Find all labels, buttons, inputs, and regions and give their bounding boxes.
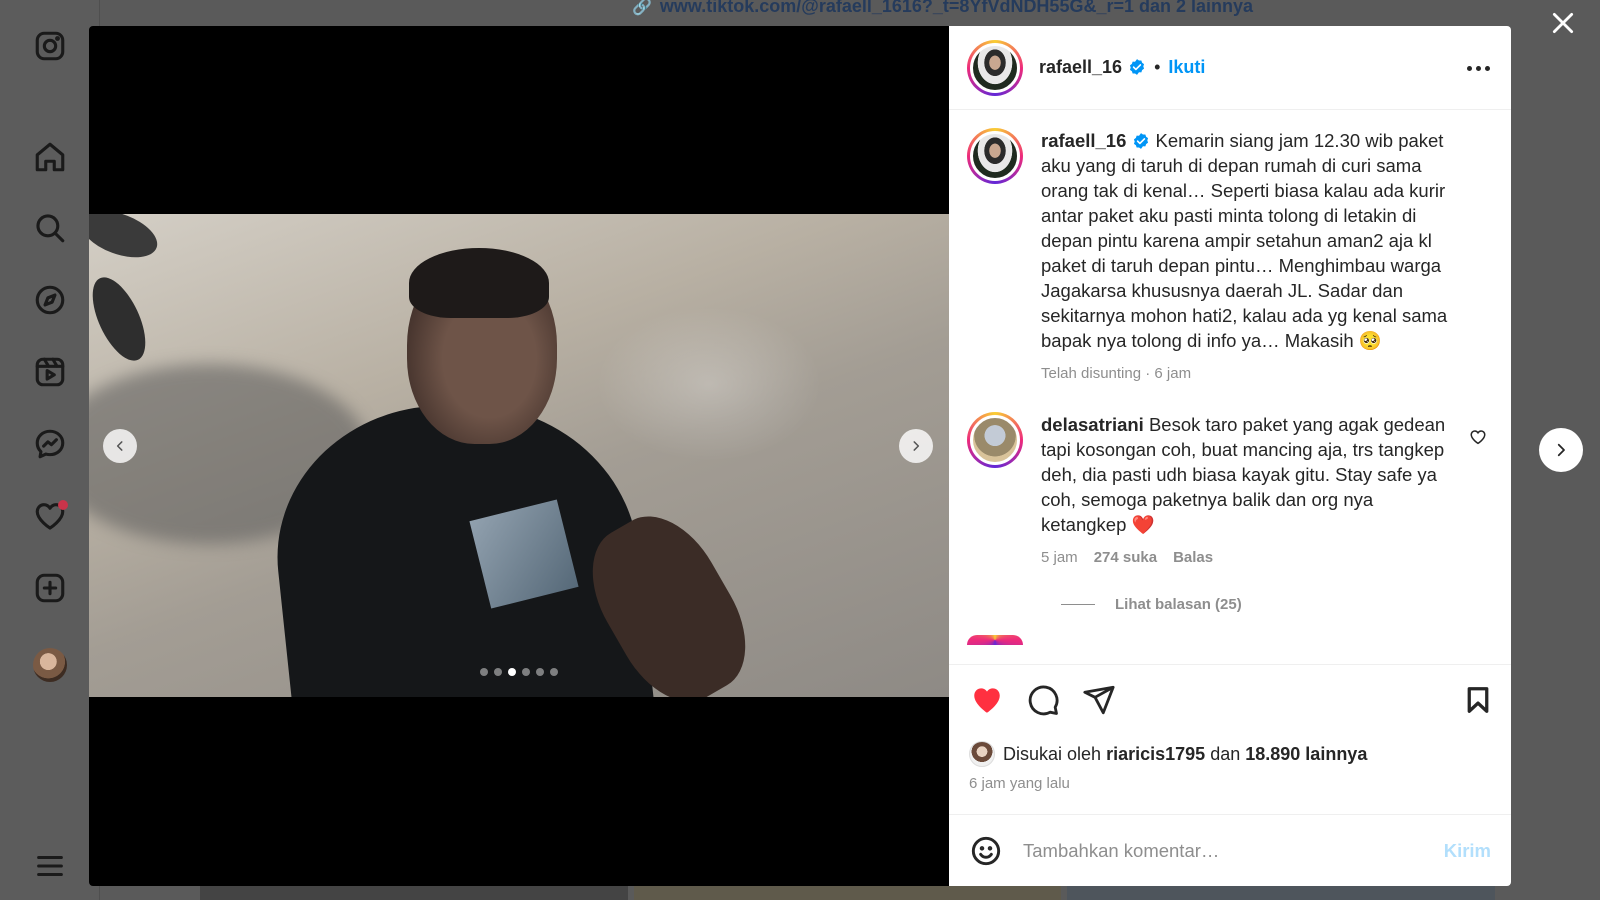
next-comment-avatar: [967, 635, 1023, 645]
view-replies-button[interactable]: Lihat balasan (25): [1061, 596, 1493, 613]
replies-divider-line: [1061, 604, 1095, 605]
post-modal: rafaell_16 • Ikuti rafaell_16 Kemarin si…: [89, 26, 1511, 886]
caption-username[interactable]: rafaell_16: [1041, 130, 1126, 151]
add-comment-bar: Kirim: [949, 814, 1511, 886]
chevron-right-icon: [1557, 443, 1565, 457]
comment-time: 5 jam: [1041, 549, 1078, 566]
post-header: rafaell_16 • Ikuti: [949, 26, 1511, 110]
verified-badge-icon: [1132, 131, 1150, 149]
comment-meta: 5 jam 274 suka Balas: [1041, 549, 1451, 566]
likes-count[interactable]: 18.890 lainnya: [1245, 744, 1367, 765]
post-details-panel: rafaell_16 • Ikuti rafaell_16 Kemarin si…: [949, 26, 1511, 886]
caption-author-avatar[interactable]: [967, 128, 1023, 184]
carousel-next-button[interactable]: [899, 429, 933, 463]
chevron-right-icon: [913, 441, 920, 451]
home-icon[interactable]: [30, 137, 70, 177]
caption-text-block: rafaell_16 Kemarin siang jam 12.30 wib p…: [1041, 128, 1471, 353]
emoji-icon[interactable]: [969, 834, 1003, 868]
comment-icon[interactable]: [1025, 683, 1061, 717]
bookmark-icon[interactable]: [1461, 683, 1495, 717]
post-photo: [89, 214, 949, 697]
caption-meta: Telah disunting · 6 jam: [1041, 365, 1471, 382]
comment-like-heart-icon[interactable]: [1469, 428, 1489, 448]
background-thumbnails: [200, 885, 1496, 900]
explore-icon[interactable]: [30, 280, 70, 320]
background-link-text: www.tiktok.com/@rafaell_1616?_t=8YfVdNDH…: [659, 0, 1254, 16]
comment-likes[interactable]: 274 suka: [1094, 549, 1157, 566]
carousel-dot: [508, 668, 516, 676]
send-button[interactable]: Kirim: [1444, 840, 1491, 862]
likes-prefix: Disukai oleh: [1003, 743, 1102, 764]
carousel-prev-button[interactable]: [103, 429, 137, 463]
author-username[interactable]: rafaell_16: [1039, 57, 1146, 78]
share-icon[interactable]: [1081, 683, 1117, 717]
caption-edited-time: Telah disunting · 6 jam: [1041, 365, 1192, 382]
liker-avatar: [969, 741, 995, 767]
close-icon: [1552, 12, 1574, 34]
sidebar-nav: [0, 0, 100, 900]
search-icon[interactable]: [30, 208, 70, 248]
comments-list[interactable]: rafaell_16 Kemarin siang jam 12.30 wib p…: [949, 110, 1511, 664]
close-button[interactable]: [1546, 6, 1580, 40]
background-link[interactable]: 🔗 www.tiktok.com/@rafaell_1616?_t=8YfVdN…: [632, 0, 1253, 17]
comment-text-block: delasatriani Besok taro paket yang agak …: [1041, 412, 1451, 537]
chevron-left-icon: [116, 441, 123, 451]
more-options-icon[interactable]: [1463, 56, 1493, 80]
post-actions: Disukai oleh riaricis1795 dan 18.890 lai…: [949, 664, 1511, 814]
carousel-dot: [494, 668, 502, 676]
carousel-dot: [480, 668, 488, 676]
instagram-logo-icon[interactable]: [30, 26, 70, 66]
menu-icon[interactable]: [30, 846, 70, 886]
carousel-dot: [522, 668, 530, 676]
verified-badge-icon: [1128, 58, 1146, 76]
follow-button[interactable]: Ikuti: [1168, 57, 1205, 78]
likes-summary[interactable]: Disukai oleh riaricis1795 dan 18.890 lai…: [969, 741, 1491, 767]
author-username-text: rafaell_16: [1039, 57, 1123, 77]
view-replies-label: Lihat balasan (25): [1115, 596, 1242, 613]
header-separator: •: [1154, 57, 1161, 77]
commenter-avatar[interactable]: [967, 412, 1023, 468]
link-icon: 🔗: [632, 0, 652, 16]
carousel-dot: [536, 668, 544, 676]
carousel-indicator: [480, 668, 558, 676]
post-timestamp: 6 jam yang lalu: [969, 775, 1070, 792]
messenger-icon[interactable]: [30, 424, 70, 464]
comment-input[interactable]: [1023, 839, 1444, 862]
heart-icon[interactable]: [30, 496, 70, 536]
reply-button[interactable]: Balas: [1173, 549, 1213, 566]
author-avatar[interactable]: [967, 39, 1023, 96]
caption-text: Kemarin siang jam 12.30 wib paket aku ya…: [1041, 130, 1448, 351]
caption: rafaell_16 Kemarin siang jam 12.30 wib p…: [967, 128, 1493, 382]
reels-icon[interactable]: [30, 352, 70, 392]
likes-middle: dan: [1210, 743, 1241, 764]
like-heart-icon[interactable]: [969, 683, 1005, 717]
comment-item: delasatriani Besok taro paket yang agak …: [967, 412, 1493, 566]
liker-username[interactable]: riaricis1795: [1106, 744, 1205, 765]
profile-avatar[interactable]: [33, 648, 67, 682]
notification-dot: [58, 500, 68, 510]
create-icon[interactable]: [30, 568, 70, 608]
post-media: [89, 26, 949, 886]
comment-username[interactable]: delasatriani: [1041, 414, 1144, 435]
next-post-button[interactable]: [1539, 428, 1583, 472]
carousel-dot: [550, 668, 558, 676]
